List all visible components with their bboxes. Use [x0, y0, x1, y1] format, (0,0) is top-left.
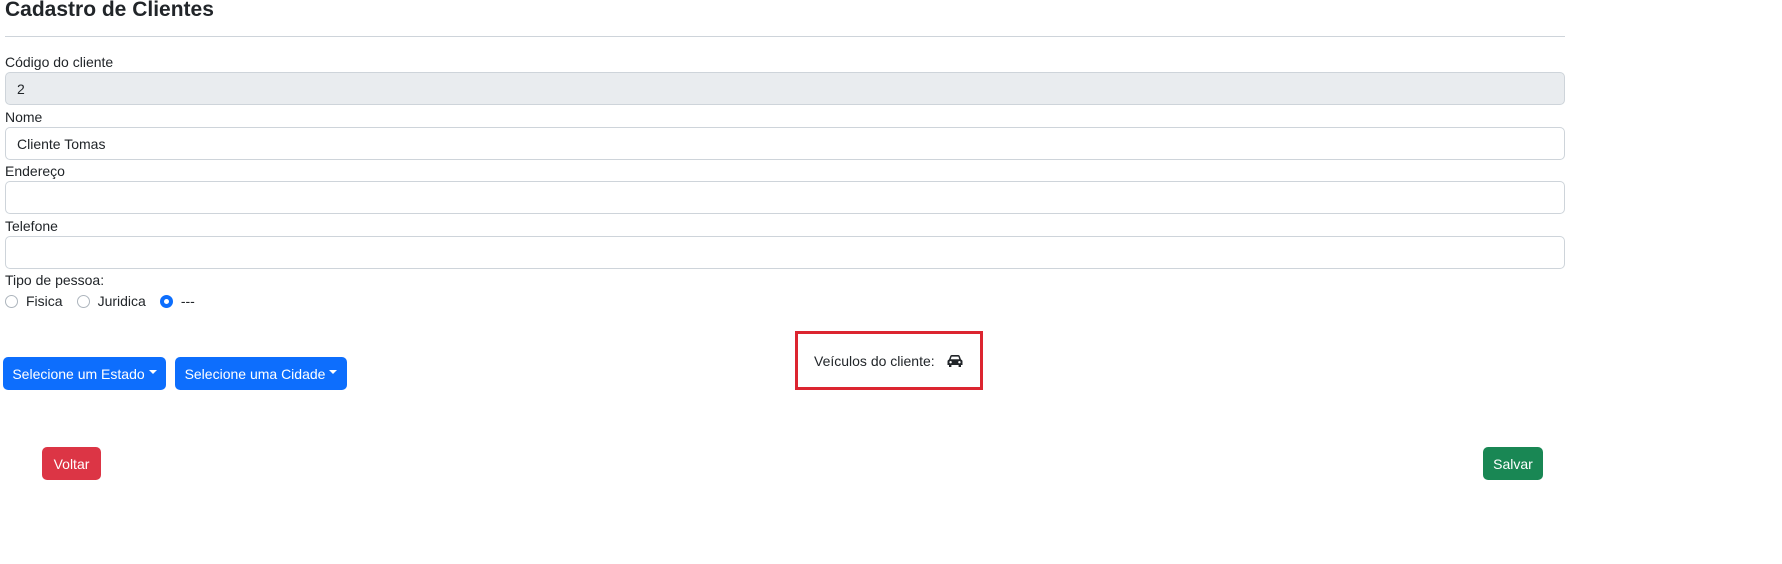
nome-field[interactable] — [5, 127, 1565, 160]
caret-down-icon — [329, 369, 338, 374]
tipo-pessoa-label: Tipo de pessoa: — [5, 272, 105, 288]
title-divider — [5, 36, 1565, 37]
voltar-button[interactable]: Voltar — [42, 447, 101, 480]
caret-down-icon — [148, 369, 157, 374]
salvar-button[interactable]: Salvar — [1483, 447, 1543, 480]
radio-label-juridica: Juridica — [97, 293, 146, 309]
page-title: Cadastro de Clientes — [5, 0, 214, 21]
cidade-dropdown-label: Selecione uma Cidade — [184, 365, 326, 382]
nome-label: Nome — [5, 109, 43, 125]
radio-label-fisica: Fisica — [26, 293, 63, 309]
radio-option-fisica[interactable]: Fisica — [5, 293, 63, 309]
codigo-field[interactable] — [5, 72, 1565, 105]
estado-dropdown-label: Selecione um Estado — [12, 365, 145, 382]
endereco-label: Endereço — [5, 163, 65, 179]
cidade-dropdown-button[interactable]: Selecione uma Cidade — [175, 357, 347, 390]
car-icon[interactable] — [947, 354, 963, 368]
estado-dropdown-button[interactable]: Selecione um Estado — [3, 357, 166, 390]
telefone-field[interactable] — [5, 236, 1565, 269]
radio-juridica[interactable] — [76, 294, 90, 308]
veiculos-label: Veículos do cliente: — [814, 352, 935, 369]
tipo-pessoa-group: Fisica Juridica --- — [5, 292, 209, 310]
telefone-label: Telefone — [5, 218, 58, 234]
endereco-field[interactable] — [5, 181, 1565, 214]
codigo-label: Código do cliente — [5, 54, 114, 70]
radio-none[interactable] — [159, 294, 173, 308]
radio-option-juridica[interactable]: Juridica — [76, 293, 146, 309]
radio-fisica[interactable] — [5, 294, 18, 308]
radio-option-none[interactable]: --- — [159, 293, 195, 309]
radio-label-none: --- — [180, 293, 195, 309]
veiculos-highlight-box: Veículos do cliente: — [795, 331, 983, 390]
